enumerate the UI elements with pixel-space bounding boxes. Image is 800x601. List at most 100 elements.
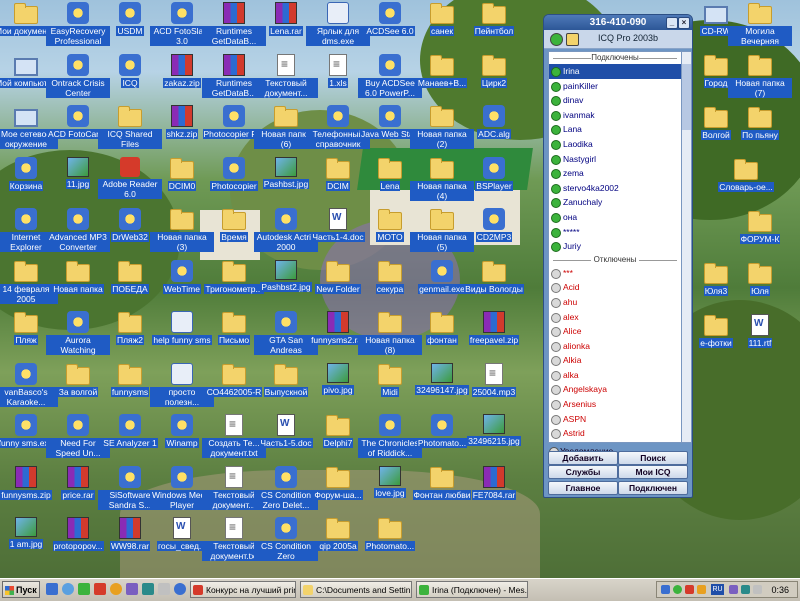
folder-icon (430, 109, 454, 127)
taskbar-window-button[interactable]: Irina (Подключен) - Mes... (416, 581, 528, 598)
desktop-icon-label: funnysms (111, 387, 149, 397)
tray-app3-icon[interactable] (753, 585, 762, 594)
contact-item[interactable]: Alkia (549, 353, 681, 368)
contact-item[interactable]: Arsenius (549, 397, 681, 412)
desktop-icon-label: pivo.jpg (322, 385, 353, 395)
quicklaunch-app-icon[interactable] (126, 583, 138, 595)
app-icon (327, 105, 349, 127)
desktop-icon[interactable]: 111.rtf (728, 314, 792, 374)
tray-network-icon[interactable] (661, 585, 670, 594)
contact-item[interactable]: Nastygirl (549, 152, 681, 167)
status-button[interactable]: Подключен (618, 481, 688, 495)
quicklaunch-opera-icon[interactable] (94, 583, 106, 595)
contact-item[interactable]: AURORA (549, 441, 681, 443)
desktop-icon-label: New Folder (315, 284, 360, 294)
contact-item[interactable]: alex (549, 310, 681, 325)
services-button[interactable]: Службы (548, 465, 618, 479)
contact-item[interactable]: ahu (549, 295, 681, 310)
contact-group-header[interactable]: Отключены (549, 254, 681, 266)
desktop-icon-label: price.rar (61, 490, 94, 500)
my-icq-button[interactable]: Мои ICQ (618, 465, 688, 479)
desktop-icon[interactable]: Photomato... (358, 517, 422, 577)
quicklaunch-desktop-icon[interactable] (46, 583, 58, 595)
taskbar-window-button[interactable]: Конкурс на лучший print... (190, 581, 296, 598)
taskbar-window-label: Irina (Подключен) - Mes... (432, 585, 528, 595)
quicklaunch-app4-icon[interactable] (174, 583, 186, 595)
contact-item[interactable]: dinav (549, 93, 681, 108)
app-icon (275, 466, 297, 488)
desktop-icon-label: DrWeb32 (111, 232, 149, 242)
icq-window[interactable]: 316-410-090 _ × ICQ Pro 2003b Подключены… (543, 14, 693, 498)
scrollbar-thumb[interactable] (682, 64, 691, 130)
tray-volume-icon[interactable] (729, 585, 738, 594)
contact-item[interactable]: Acid (549, 280, 681, 295)
desktop-icon-label: Время (220, 232, 248, 242)
contact-name: Alice (563, 326, 581, 336)
contact-name: ***** (563, 227, 580, 237)
contact-list[interactable]: ПодключеныIrinapainKillerdinavivanmakLan… (548, 51, 682, 443)
quicklaunch-media-icon[interactable] (110, 583, 122, 595)
tray-icq-icon[interactable] (673, 585, 682, 594)
desktop-icon-label: Lena.rar (269, 26, 303, 36)
contact-item[interactable]: Angelskaya (549, 382, 681, 397)
quicklaunch-app2-icon[interactable] (142, 583, 154, 595)
desktop-icon-label: Юля (750, 286, 770, 296)
desktop-icon[interactable]: Новая папка (7) (728, 54, 792, 114)
contact-item[interactable]: alka (549, 368, 681, 383)
contact-item[interactable]: alionka (549, 339, 681, 354)
icq-flower-icon[interactable] (550, 33, 563, 46)
contact-name: Lana (563, 124, 582, 134)
app-icon (379, 105, 401, 127)
desktop-icon[interactable]: По пьяну (728, 106, 792, 166)
desktop-icon[interactable]: FE7084.rar (462, 466, 526, 526)
status-flower-icon (551, 371, 561, 381)
contact-item[interactable]: Irina (549, 64, 681, 79)
status-flower-icon (551, 385, 561, 395)
start-button[interactable]: Пуск (2, 581, 40, 598)
quicklaunch-app3-icon[interactable] (158, 583, 170, 595)
contact-list-scrollbar[interactable] (681, 51, 692, 443)
contact-item[interactable]: Zanuchaly (549, 195, 681, 210)
contact-item[interactable]: Alice (549, 324, 681, 339)
contact-item[interactable]: Astrid (549, 426, 681, 441)
desktop-icon[interactable]: ФОРУМ-К (728, 210, 792, 270)
minimize-icon[interactable]: _ (666, 17, 678, 29)
contact-item[interactable]: zema (549, 166, 681, 181)
desktop-icon-label: Выпускной (264, 387, 309, 397)
quicklaunch-ie-icon[interactable] (62, 583, 74, 595)
quicklaunch-icq-icon[interactable] (78, 583, 90, 595)
tray-app2-icon[interactable] (741, 585, 750, 594)
taskbar-window-button[interactable]: C:\Documents and Settin... (300, 581, 412, 598)
contact-item[interactable]: ivanmak (549, 108, 681, 123)
desktop-icon-label: Winamp (165, 438, 198, 448)
desktop-icon[interactable]: Могила Вечерняя (728, 2, 792, 62)
window-app-icon (193, 585, 203, 595)
contact-item[interactable]: она (549, 210, 681, 225)
icq-title-bar[interactable]: 316-410-090 _ × (544, 15, 692, 30)
desktop-icon[interactable]: Словарь-ое... (714, 158, 778, 218)
search-button[interactable]: Поиск (618, 451, 688, 465)
tray-app-icon[interactable] (697, 585, 706, 594)
contact-name: Juriy (563, 241, 581, 251)
tray-antivirus-icon[interactable] (685, 585, 694, 594)
add-contact-button[interactable]: Добавить (548, 451, 618, 465)
icq-menu-icon[interactable] (566, 33, 579, 46)
contact-item[interactable]: *** (549, 266, 681, 281)
desktop-icon-label: Часть1-4.doc (311, 232, 364, 242)
doc-icon (173, 517, 191, 539)
contact-item[interactable]: ***** (549, 225, 681, 240)
language-indicator[interactable]: RU (711, 584, 724, 595)
main-menu-button[interactable]: Главное (548, 481, 618, 495)
contact-group-header[interactable]: Подключены (549, 52, 681, 64)
close-icon[interactable]: × (678, 17, 690, 29)
folder-icon (170, 161, 194, 179)
status-flower-icon (551, 342, 561, 352)
desktop-icon[interactable]: Юля (728, 262, 792, 322)
contact-item[interactable]: Laodika (549, 137, 681, 152)
clock[interactable]: 0:36 (771, 582, 789, 599)
contact-item[interactable]: ASPN (549, 412, 681, 427)
contact-item[interactable]: Lana (549, 122, 681, 137)
contact-item[interactable]: Juriy (549, 239, 681, 254)
contact-item[interactable]: painKiller (549, 79, 681, 94)
contact-item[interactable]: stervo4ka2002 (549, 181, 681, 196)
